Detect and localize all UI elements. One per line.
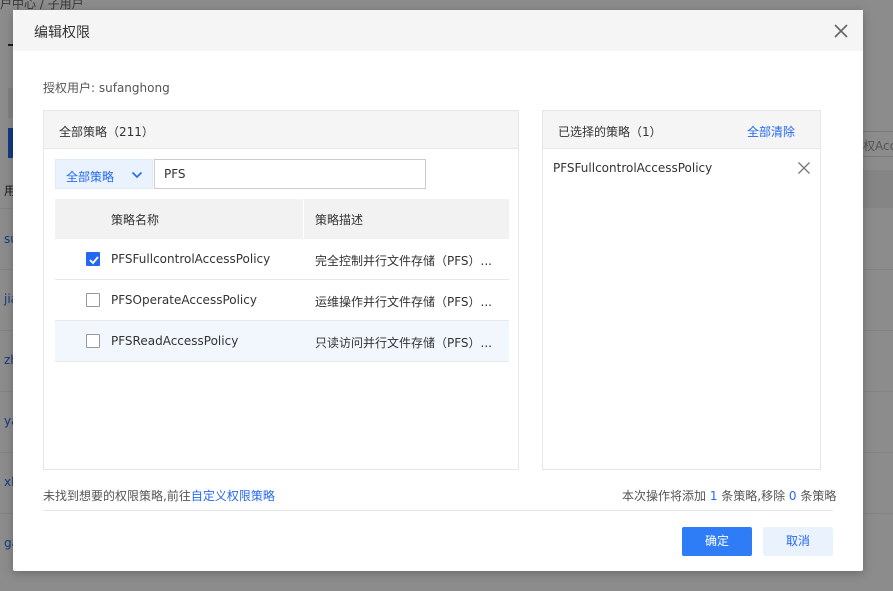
chevron-down-icon (131, 171, 143, 179)
policy-description: 只读访问并行文件存储（PFS）... (315, 336, 492, 350)
all-policies-panel: 全部策略（211） 全部策略 策略名称 策略描述 PFSFullcontrolA… (43, 110, 519, 470)
operation-summary: 本次操作将添加 1 条策略,移除 0 条策略 (622, 487, 836, 504)
custom-policy-note-text: 未找到想要的权限策略,前往 (43, 489, 191, 503)
selected-policies-title: 已选择的策略（1） (558, 125, 662, 139)
edit-permission-dialog: 编辑权限 授权用户: sufanghong 全部策略（211） 全部策略 策略名… (13, 10, 863, 571)
row-checkbox[interactable] (86, 293, 100, 307)
summary-middle: 条策略,移除 (717, 489, 789, 503)
row-checkbox[interactable] (86, 252, 100, 266)
summary-suffix: 条策略 (796, 489, 837, 503)
policy-search-input[interactable] (154, 159, 426, 189)
custom-policy-note: 未找到想要的权限策略,前往自定义权限策略 (43, 487, 275, 504)
policy-table-header: 策略名称 策略描述 (55, 199, 509, 239)
selected-policies-header: 已选择的策略（1） 全部清除 (543, 111, 820, 149)
table-row[interactable]: PFSOperateAccessPolicy 运维操作并行文件存储（PFS）..… (55, 280, 509, 321)
footer-divider (43, 510, 833, 511)
close-icon[interactable] (832, 22, 850, 40)
policy-description: 运维操作并行文件存储（PFS）... (315, 295, 492, 309)
policy-description: 完全控制并行文件存储（PFS）... (315, 254, 492, 268)
column-header-description: 策略描述 (315, 213, 364, 227)
remove-count: 0 (788, 489, 797, 503)
all-policies-title: 全部策略（211） (59, 125, 154, 139)
policy-name: PFSFullcontrolAccessPolicy (111, 252, 271, 266)
authorized-user: 授权用户: sufanghong (43, 79, 170, 96)
custom-policy-link[interactable]: 自定义权限策略 (191, 489, 275, 503)
dialog-header: 编辑权限 (13, 10, 863, 51)
authorized-user-name: sufanghong (98, 81, 170, 95)
selected-policy-item: PFSFullcontrolAccessPolicy (553, 161, 713, 175)
selected-policies-panel: 已选择的策略（1） 全部清除 PFSFullcontrolAccessPolic… (542, 110, 821, 470)
all-policies-header: 全部策略（211） (44, 111, 518, 149)
policy-type-select-label: 全部策略 (66, 170, 115, 184)
table-row[interactable]: PFSReadAccessPolicy 只读访问并行文件存储（PFS）... (55, 321, 509, 362)
policy-type-select[interactable]: 全部策略 (55, 159, 153, 189)
row-checkbox[interactable] (86, 334, 100, 348)
dialog-title: 编辑权限 (34, 25, 90, 41)
table-row[interactable]: PFSFullcontrolAccessPolicy 完全控制并行文件存储（PF… (55, 239, 509, 280)
column-divider (303, 199, 304, 239)
column-header-name: 策略名称 (111, 213, 160, 227)
cancel-button[interactable]: 取消 (763, 527, 833, 556)
policy-name: PFSReadAccessPolicy (111, 334, 239, 348)
remove-icon[interactable] (797, 161, 811, 175)
policy-name: PFSOperateAccessPolicy (111, 293, 257, 307)
policy-table: 策略名称 策略描述 PFSFullcontrolAccessPolicy 完全控… (55, 199, 509, 362)
checkmark-icon (89, 256, 99, 265)
authorized-user-label: 授权用户: (43, 81, 99, 95)
clear-all-link[interactable]: 全部清除 (747, 123, 795, 140)
summary-prefix: 本次操作将添加 (622, 489, 710, 503)
confirm-button[interactable]: 确定 (682, 527, 752, 556)
